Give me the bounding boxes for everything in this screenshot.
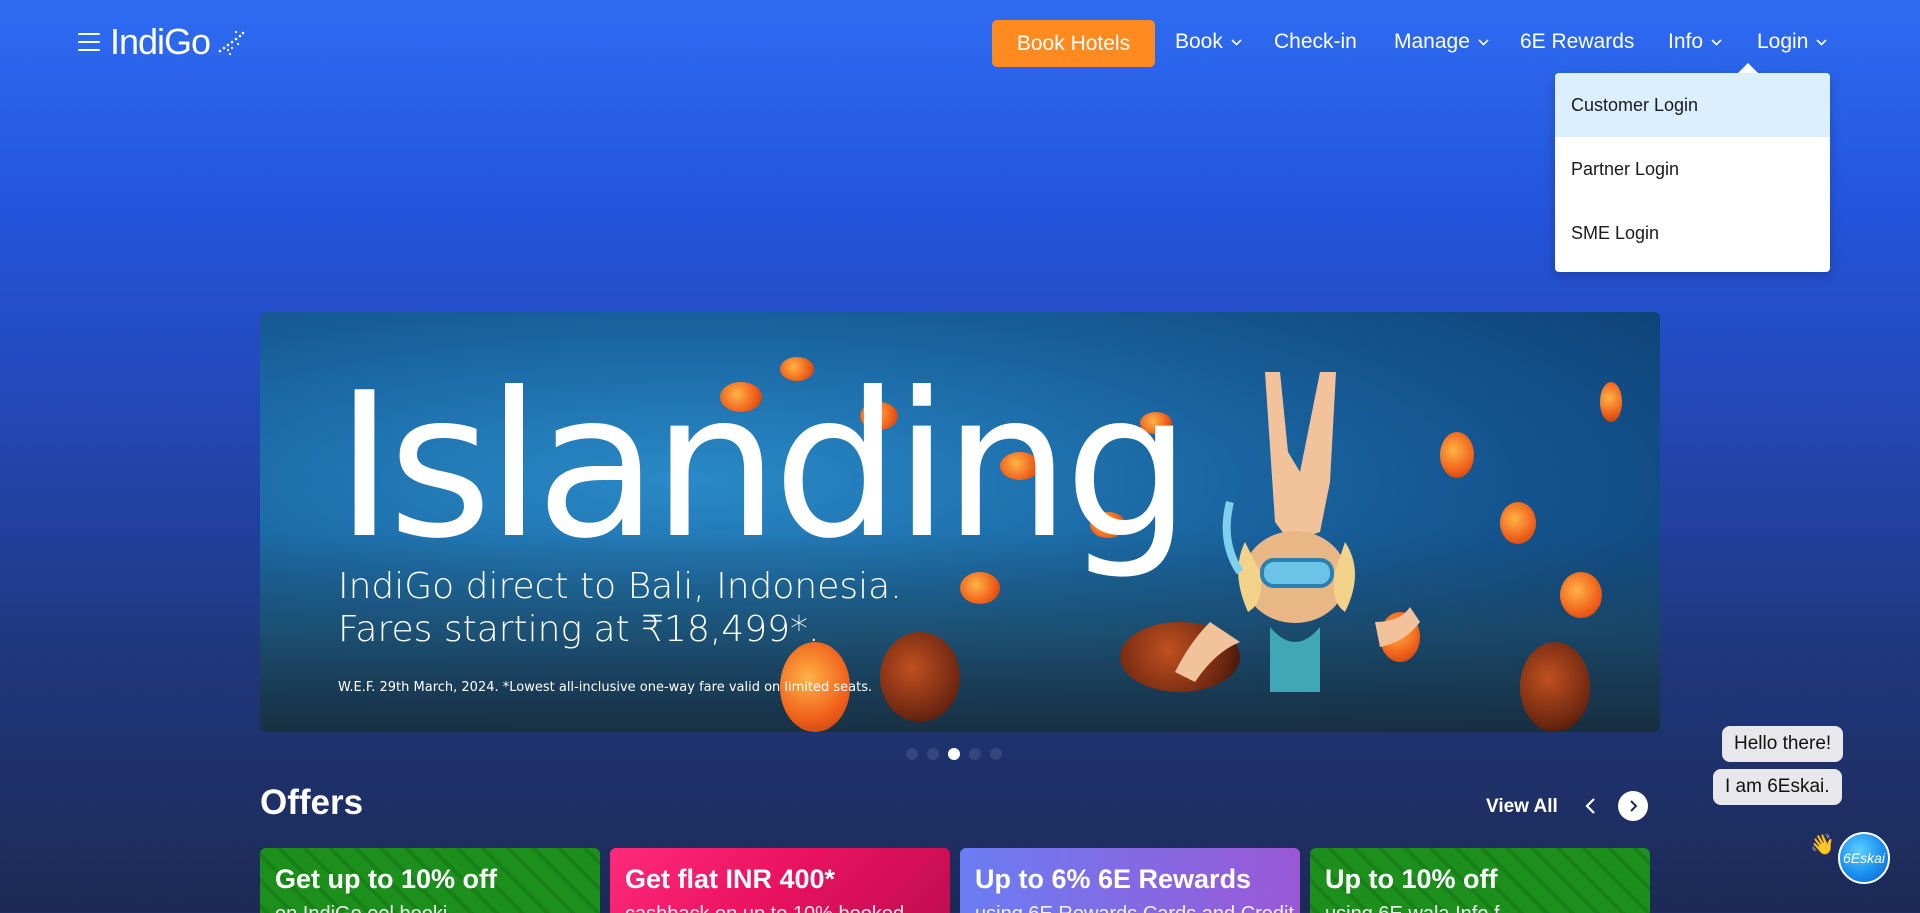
nav-checkin[interactable]: Check-in [1274,30,1357,54]
hero-banner[interactable]: Islanding IndiGo direct to Bali, Indones… [260,312,1660,732]
chatbot-avatar-label: 6Eskai [1842,850,1886,866]
nav-checkin-label: Check-in [1274,30,1357,53]
banner-subtitle-line1: IndiGo direct to Bali, Indonesia. [338,566,902,607]
view-all-link[interactable]: View All [1486,796,1558,818]
wave-icon: 👋 [1810,834,1835,856]
carousel-dot[interactable] [990,748,1002,760]
offer-card[interactable]: Get flat INR 400* cashback on up to 10% … [610,848,950,913]
nav-manage[interactable]: Manage [1394,30,1489,54]
offer-card-subtitle: using 6E Rewards Cards and Credit [975,903,1294,913]
nav-login-label: Login [1757,30,1809,53]
banner-subtitle: IndiGo direct to Bali, Indonesia. Fares … [338,565,902,651]
banner-title: Islanding [335,350,1191,583]
banner-subtitle-line2: Fares starting at ₹18,499*. [338,609,820,650]
login-dropdown: Customer Login Partner Login SME Login [1555,63,1830,272]
offer-card-subtitle: cashback on up to 10% booked [625,903,935,913]
chat-greeting-bubble[interactable]: Hello there! [1722,726,1844,762]
logo-text: IndiGo [110,21,211,62]
chevron-left-icon[interactable] [1580,795,1602,817]
chevron-down-icon [1478,38,1489,46]
offer-card[interactable]: Up to 10% off using 6E wala Info f [1310,848,1650,913]
fish-decor [1520,642,1590,732]
nav-6e-rewards-label: 6E Rewards [1520,30,1635,53]
nav-book[interactable]: Book [1175,30,1242,54]
fish-decor [1440,432,1474,478]
chatbot-avatar[interactable]: 6Eskai [1838,832,1890,884]
offer-card-title: Up to 10% off [1325,864,1498,894]
offer-card-title: Up to 6% 6E Rewards [975,864,1252,894]
chat-intro-bubble[interactable]: I am 6Eskai. [1713,769,1842,805]
carousel-dot[interactable] [906,748,918,760]
fish-decor [1600,382,1622,422]
offer-card-title: Get flat INR 400* [625,864,836,894]
snorkeler-image [1175,372,1420,692]
next-button[interactable] [1618,791,1648,821]
menu-icon[interactable] [78,33,100,51]
carousel-dot[interactable] [927,748,939,760]
carousel-dot-active[interactable] [948,748,960,760]
nav-manage-label: Manage [1394,30,1470,53]
offer-card-subtitle: on IndiGo eel booki [275,903,585,913]
chevron-down-icon [1711,38,1722,46]
sme-login-item[interactable]: SME Login [1555,201,1830,265]
nav-login[interactable]: Login [1757,30,1827,54]
nav-6e-rewards[interactable]: 6E Rewards [1520,30,1634,54]
carousel-dot[interactable] [969,748,981,760]
chevron-down-icon [1816,38,1827,46]
nav-book-label: Book [1175,30,1223,53]
offer-card-subtitle: using 6E wala Info f [1325,903,1635,913]
offer-card[interactable]: Up to 6% 6E Rewards using 6E Rewards Car… [960,848,1300,913]
nav-info-label: Info [1668,30,1704,53]
offers-heading: Offers [260,783,364,822]
fish-decor [1560,572,1602,618]
banner-fine-print: W.E.F. 29th March, 2024. *Lowest all-inc… [338,680,873,695]
chevron-right-icon [1630,800,1638,812]
plane-icon [218,30,245,56]
partner-login-item[interactable]: Partner Login [1555,137,1830,201]
offer-card-title: Get up to 10% off [275,864,497,894]
nav-info[interactable]: Info [1668,30,1722,54]
logo[interactable]: IndiGo [78,24,246,60]
customer-login-item[interactable]: Customer Login [1555,73,1830,137]
offer-card[interactable]: Get up to 10% off on IndiGo eel booki [260,848,600,913]
fish-decor [1500,502,1536,544]
carousel-dots [906,748,1002,760]
chevron-down-icon [1231,38,1242,46]
book-hotels-button[interactable]: Book Hotels [992,20,1155,67]
